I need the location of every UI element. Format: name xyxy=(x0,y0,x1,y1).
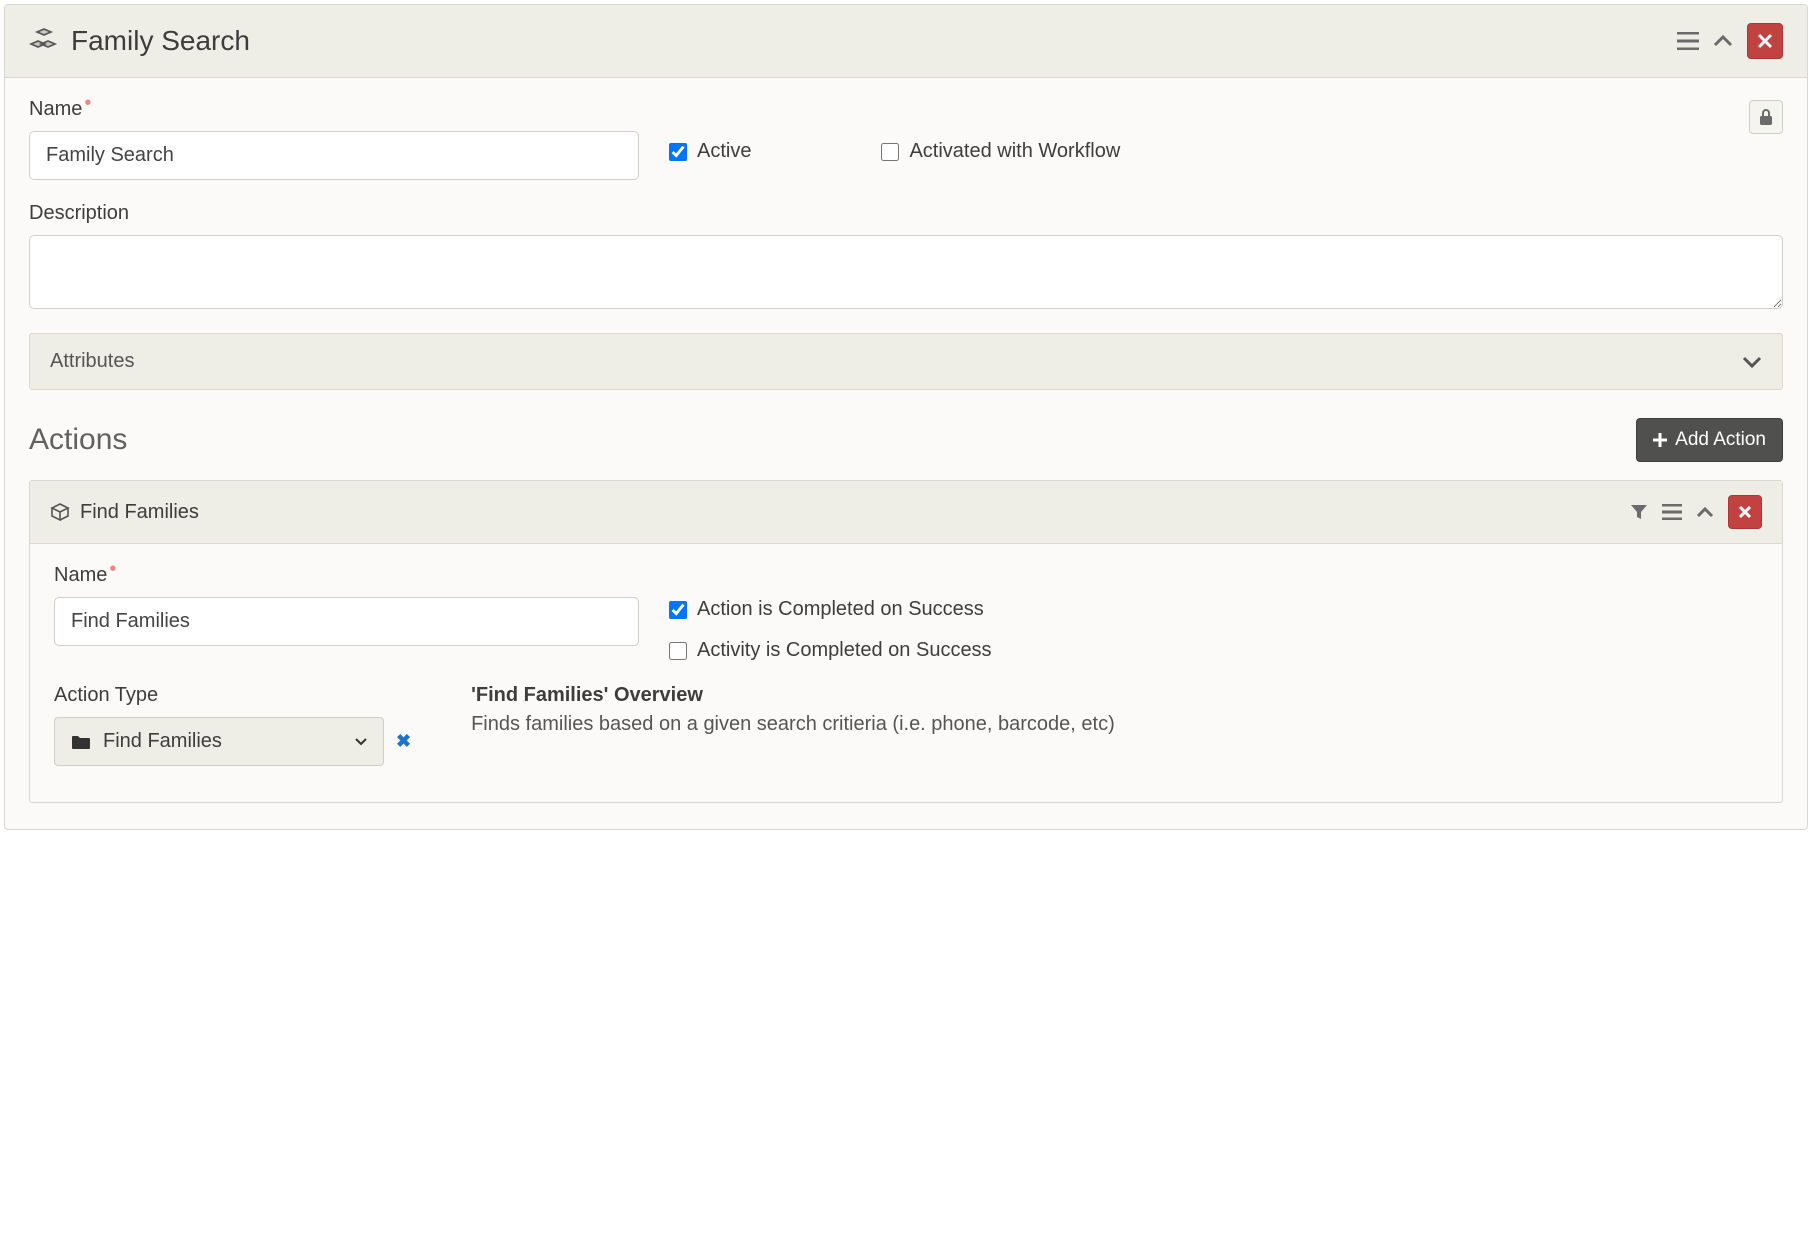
menu-icon[interactable] xyxy=(1662,504,1682,520)
cubes-icon xyxy=(29,27,59,55)
overview-title: 'Find Families' Overview xyxy=(471,684,1758,707)
action-name-input[interactable] xyxy=(54,597,639,646)
attributes-label: Attributes xyxy=(50,350,134,373)
plus-icon xyxy=(1653,433,1667,447)
checkbox-column: Active Activated with Workflow xyxy=(669,98,1719,163)
action-name-group: Name• xyxy=(54,564,639,646)
action-row-2: Action Type Find Families xyxy=(54,684,1758,766)
action-type-group: Action Type Find Families xyxy=(54,684,411,766)
action-panel-title: Find Families xyxy=(50,501,199,524)
action-panel-tools xyxy=(1630,495,1762,529)
lock-column xyxy=(1749,98,1783,134)
attributes-collapsible[interactable]: Attributes xyxy=(29,333,1783,390)
folder-icon xyxy=(71,734,91,750)
action-name-label: Name• xyxy=(54,564,639,587)
name-label: Name• xyxy=(29,98,639,121)
action-name-label-text: Name xyxy=(54,564,107,586)
action-type-label: Action Type xyxy=(54,684,411,707)
action-row-1: Name• Action is Completed on Success Act… xyxy=(54,564,1758,662)
action-panel-header: Find Families xyxy=(30,481,1782,544)
activity-completed-checkbox[interactable] xyxy=(669,642,687,660)
clear-action-type[interactable]: ✖ xyxy=(396,731,411,752)
activity-completed-label: Activity is Completed on Success xyxy=(697,639,992,662)
action-checks-column: Action is Completed on Success Activity … xyxy=(669,564,992,662)
chevron-down-icon xyxy=(1742,355,1762,369)
collapse-icon[interactable] xyxy=(1713,34,1733,48)
menu-icon[interactable] xyxy=(1677,32,1699,50)
workflow-checkbox-row[interactable]: Activated with Workflow xyxy=(881,140,1120,163)
main-panel-body: Name• Active Activated with Workflow xyxy=(5,78,1807,829)
action-panel: Find Families xyxy=(29,480,1783,803)
main-panel: Family Search Name• xyxy=(4,4,1808,830)
required-indicator: • xyxy=(109,558,116,580)
action-type-select[interactable]: Find Families xyxy=(54,717,384,766)
page-title-text: Family Search xyxy=(71,25,250,57)
actions-heading-row: Actions Add Action xyxy=(29,418,1783,462)
main-panel-header: Family Search xyxy=(5,5,1807,78)
lock-icon[interactable] xyxy=(1749,100,1783,134)
name-label-text: Name xyxy=(29,98,82,120)
required-indicator: • xyxy=(84,92,91,114)
active-label: Active xyxy=(697,140,751,163)
filter-icon[interactable] xyxy=(1630,503,1648,521)
collapse-icon[interactable] xyxy=(1696,506,1714,518)
close-button[interactable] xyxy=(1747,23,1783,59)
caret-down-icon xyxy=(355,738,367,746)
active-checkbox-row[interactable]: Active xyxy=(669,140,751,163)
overview-block: 'Find Families' Overview Finds families … xyxy=(471,684,1758,736)
workflow-checkbox[interactable] xyxy=(881,143,899,161)
active-checkbox[interactable] xyxy=(669,143,687,161)
description-label: Description xyxy=(29,202,1783,225)
completed-on-success-row[interactable]: Action is Completed on Success xyxy=(669,598,992,621)
form-row-top: Name• Active Activated with Workflow xyxy=(29,98,1783,180)
actions-heading: Actions xyxy=(29,423,127,457)
completed-on-success-checkbox[interactable] xyxy=(669,601,687,619)
add-action-button[interactable]: Add Action xyxy=(1636,418,1783,462)
activity-completed-row[interactable]: Activity is Completed on Success xyxy=(669,639,992,662)
action-panel-body: Name• Action is Completed on Success Act… xyxy=(30,544,1782,802)
main-panel-tools xyxy=(1677,23,1783,59)
completed-on-success-label: Action is Completed on Success xyxy=(697,598,984,621)
description-group: Description xyxy=(29,202,1783,309)
action-type-value: Find Families xyxy=(103,730,222,753)
name-input[interactable] xyxy=(29,131,639,180)
action-title-text: Find Families xyxy=(80,501,199,524)
workflow-label: Activated with Workflow xyxy=(909,140,1120,163)
delete-action-button[interactable] xyxy=(1728,495,1762,529)
add-action-label: Add Action xyxy=(1675,429,1766,451)
description-textarea[interactable] xyxy=(29,235,1783,309)
page-title: Family Search xyxy=(29,25,250,57)
name-group: Name• xyxy=(29,98,639,180)
cube-icon xyxy=(50,502,70,522)
overview-text: Finds families based on a given search c… xyxy=(471,713,1758,736)
